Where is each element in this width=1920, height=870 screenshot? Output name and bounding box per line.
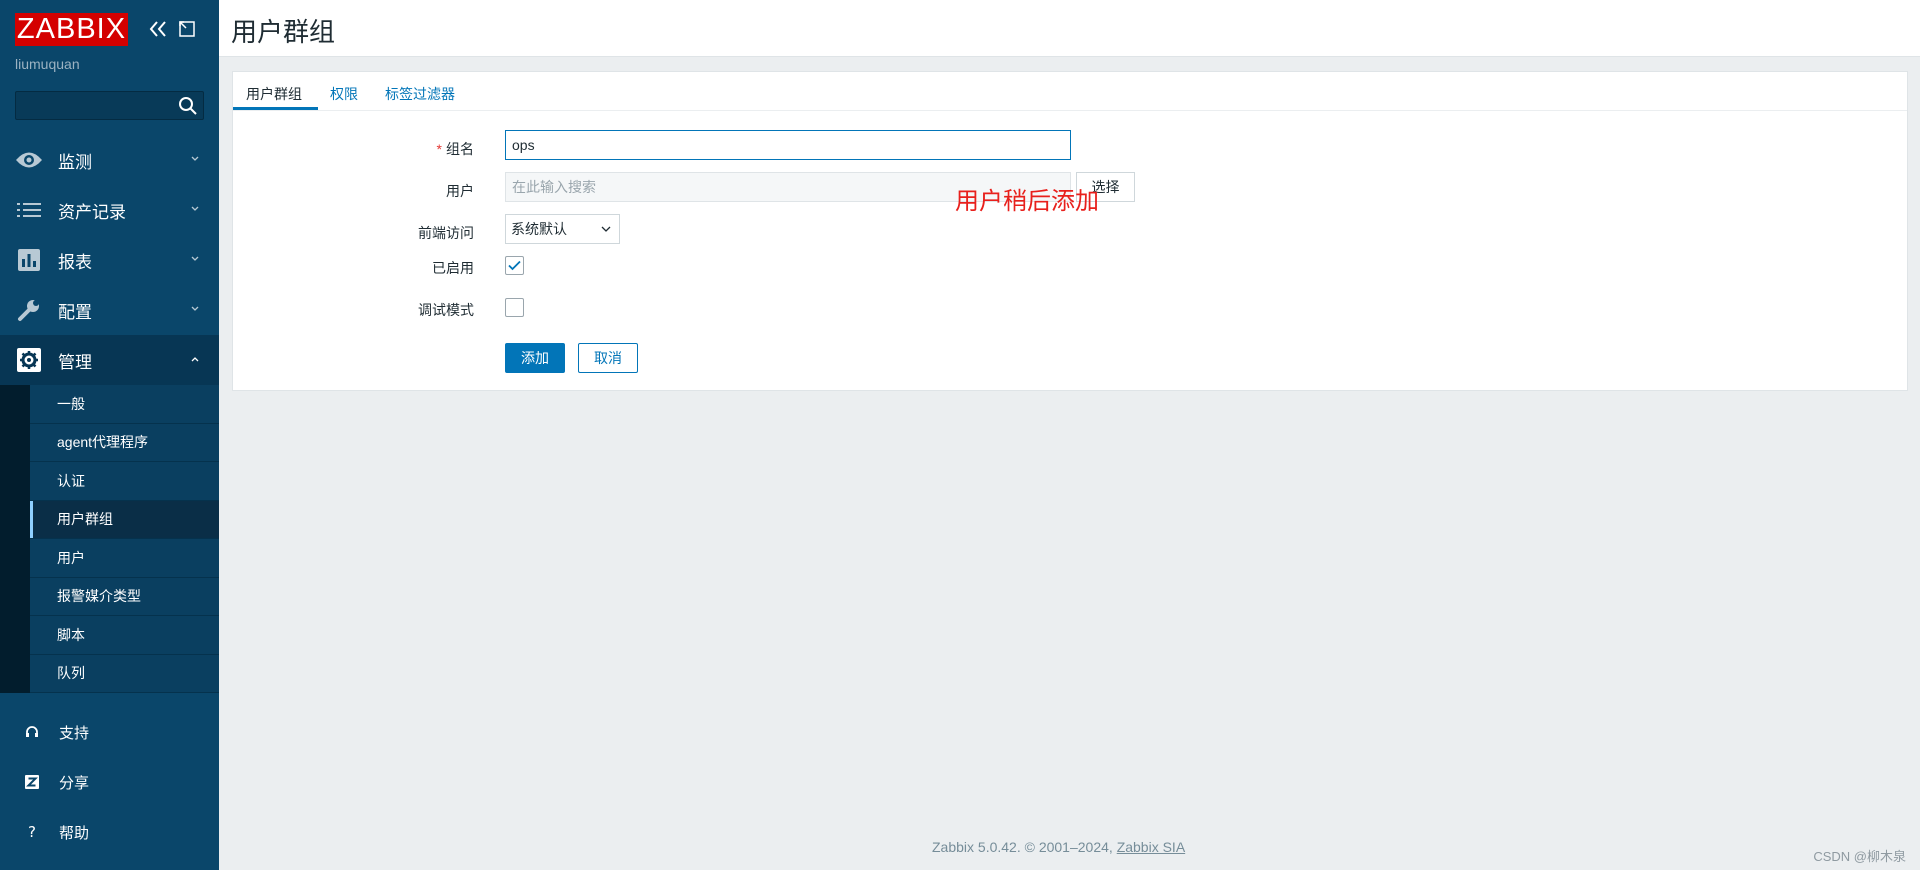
- submenu-item-media-types[interactable]: 报警媒介类型: [30, 577, 219, 616]
- chevron-down-icon: [191, 156, 199, 161]
- chevron-down-icon: [191, 256, 199, 261]
- page-title: 用户群组: [231, 17, 336, 47]
- submenu-item-proxies[interactable]: agent代理程序: [30, 423, 219, 462]
- row-frontend-access: 前端访问 系统默认: [233, 214, 1907, 248]
- sidebar-header: ZABBIX: [0, 0, 219, 58]
- menu-item-monitoring[interactable]: 监测: [0, 135, 219, 185]
- menu-item-support[interactable]: 支持: [0, 707, 219, 757]
- debug-mode-checkbox[interactable]: [505, 298, 524, 317]
- submenu-item-authentication[interactable]: 认证: [30, 462, 219, 501]
- chevron-up-icon: [191, 357, 199, 362]
- users-label: 用户: [446, 183, 474, 199]
- list-icon: [15, 197, 43, 223]
- frontend-access-value: 系统默认: [511, 221, 567, 237]
- menu-label: 资产记录: [58, 202, 126, 222]
- submenu-item-general[interactable]: 一般: [30, 385, 219, 424]
- help-icon: ?: [28, 823, 36, 841]
- user-group-form: 用户群组 权限 标签过滤器 *组名 用户 选择 前端访问 系统默认 已启用 调试…: [232, 71, 1908, 391]
- menu-item-configuration[interactable]: 配置: [0, 285, 219, 335]
- headset-icon: [22, 722, 42, 742]
- search-icon[interactable]: [178, 96, 198, 116]
- enabled-label: 已启用: [432, 260, 474, 276]
- menu-item-inventory[interactable]: 资产记录: [0, 185, 219, 235]
- submenu-label: 脚本: [57, 626, 85, 643]
- group-name-label-text: 组名: [446, 141, 474, 157]
- menu-item-administration[interactable]: 管理: [0, 335, 219, 385]
- submenu-item-scripts[interactable]: 脚本: [30, 616, 219, 655]
- submenu-label: 用户群组: [57, 511, 113, 528]
- footer-text: Zabbix 5.0.42. © 2001–2024,: [932, 839, 1117, 855]
- debug-mode-label: 调试模式: [418, 302, 474, 318]
- bottom-menu-label: 帮助: [59, 824, 90, 842]
- tab-bar: 用户群组 权限 标签过滤器: [233, 72, 1907, 111]
- sidebar-search-input[interactable]: [15, 91, 204, 120]
- username: liumuquan: [15, 56, 80, 72]
- menu-label: 监测: [58, 152, 92, 172]
- administration-submenu: 一般 agent代理程序 认证 用户群组 用户 报警媒介类型 脚本 队列: [0, 385, 219, 693]
- menu-label: 报表: [58, 252, 92, 272]
- submenu-label: 用户: [57, 549, 85, 566]
- group-name-label: * 组名: [437, 139, 474, 159]
- bottom-menu-label: 支持: [59, 724, 90, 742]
- bottom-menu: 支持 分享 ? 帮助: [0, 707, 219, 857]
- bar-chart-icon: [15, 247, 43, 273]
- active-tab-indicator: [233, 107, 318, 110]
- footer-link[interactable]: Zabbix SIA: [1117, 839, 1185, 855]
- tab-permissions[interactable]: 权限: [330, 84, 358, 104]
- tab-user-group[interactable]: 用户群组: [246, 84, 302, 104]
- row-actions: 添加 取消: [233, 343, 1907, 377]
- checkmark-icon: [508, 260, 521, 271]
- frontend-access-select[interactable]: 系统默认: [505, 214, 620, 244]
- tab-tag-filter[interactable]: 标签过滤器: [385, 84, 455, 104]
- menu-item-help[interactable]: ? 帮助: [0, 807, 219, 857]
- submenu-label: 认证: [57, 472, 85, 489]
- share-z-icon: [22, 772, 42, 792]
- submenu-item-user-groups[interactable]: 用户群组: [30, 500, 219, 539]
- menu-label: 配置: [58, 302, 92, 322]
- submenu-item-queue[interactable]: 队列: [30, 654, 219, 693]
- annotation-text: 用户稍后添加: [955, 188, 1099, 215]
- add-button[interactable]: 添加: [505, 343, 565, 373]
- row-debug-mode: 调试模式: [233, 291, 1907, 325]
- sidebar: ZABBIX liumuquan 监测 资产记录 报表 配置 管理 一般 age…: [0, 0, 219, 870]
- menu-item-share[interactable]: 分享: [0, 757, 219, 807]
- watermark: CSDN @柳木泉: [1813, 849, 1906, 864]
- required-asterisk: *: [436, 141, 442, 157]
- bottom-menu-label: 分享: [59, 774, 90, 792]
- eye-icon: [15, 147, 43, 173]
- row-group-name: * 组名: [233, 130, 1907, 164]
- chevron-down-icon: [601, 226, 611, 232]
- footer: Zabbix 5.0.42. © 2001–2024, Zabbix SIA: [932, 839, 1185, 855]
- enabled-checkbox[interactable]: [505, 256, 524, 275]
- frontend-access-label: 前端访问: [418, 225, 474, 241]
- wrench-icon: [15, 297, 43, 323]
- kiosk-mode-icon[interactable]: [178, 20, 196, 38]
- chevron-down-icon: [191, 206, 199, 211]
- collapse-sidebar-icon[interactable]: [147, 18, 169, 40]
- cancel-button[interactable]: 取消: [578, 343, 638, 373]
- page-header: 用户群组: [219, 0, 1920, 57]
- submenu-label: 队列: [57, 665, 85, 682]
- submenu-label: agent代理程序: [57, 434, 149, 451]
- group-name-input[interactable]: [505, 130, 1071, 160]
- main-menu: 监测 资产记录 报表 配置 管理 一般 agent代理程序 认证 用户群组 用户…: [0, 135, 219, 693]
- menu-label: 管理: [58, 352, 92, 372]
- submenu-label: 报警媒介类型: [57, 588, 141, 605]
- chevron-down-icon: [191, 306, 199, 311]
- row-enabled: 已启用: [233, 249, 1907, 283]
- zabbix-logo[interactable]: ZABBIX: [15, 13, 128, 46]
- submenu-label: 一般: [57, 395, 85, 412]
- gear-icon: [15, 347, 43, 373]
- menu-item-reports[interactable]: 报表: [0, 235, 219, 285]
- submenu-item-users[interactable]: 用户: [30, 539, 219, 578]
